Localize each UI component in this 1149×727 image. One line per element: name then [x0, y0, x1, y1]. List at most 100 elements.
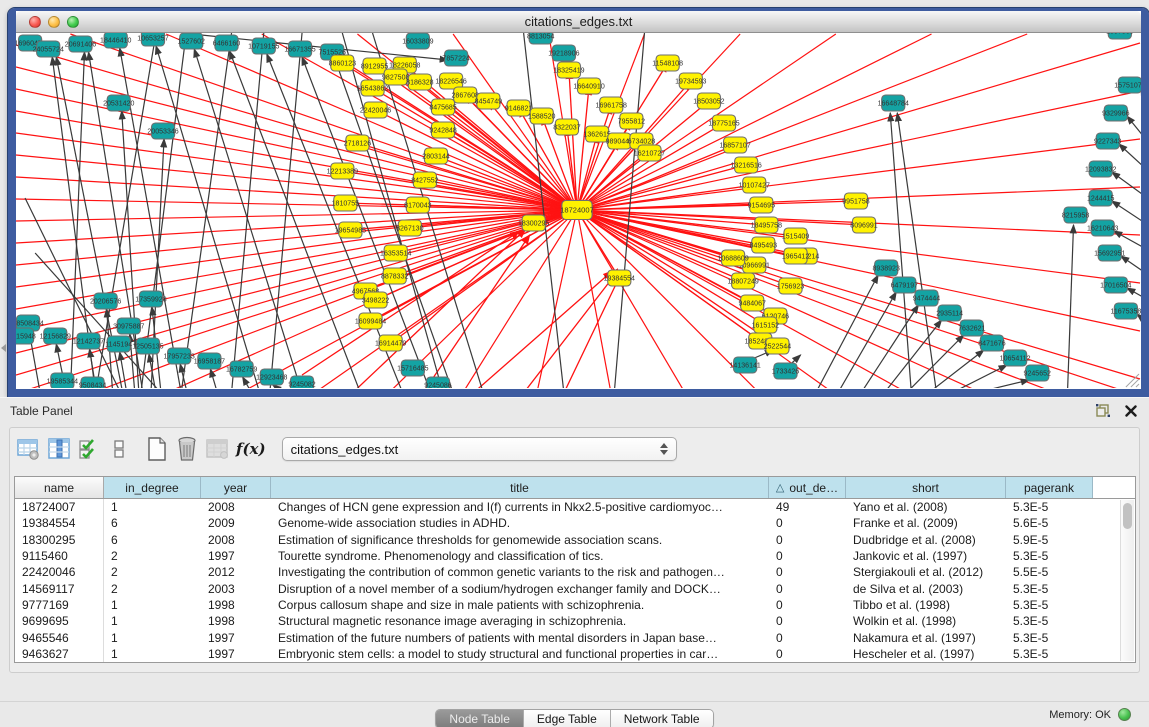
network-node[interactable]: 8878332	[381, 268, 409, 284]
network-node[interactable]: 19654985	[335, 222, 366, 238]
network-node[interactable]: 24055724	[33, 41, 64, 57]
network-node[interactable]: 1597563	[1106, 33, 1134, 39]
network-node[interactable]: 16961758	[596, 97, 627, 113]
table-row[interactable]: 946362711997Embryonic stem cells: a mode…	[15, 646, 1135, 662]
network-node[interactable]: 12142737	[73, 333, 104, 349]
network-node[interactable]: 22420046	[360, 102, 391, 118]
table-row[interactable]: 969969511998Structural magnetic resonanc…	[15, 613, 1135, 629]
column-header-year[interactable]: year	[201, 477, 271, 498]
select-columns-checklist-icon[interactable]	[74, 434, 104, 464]
network-node[interactable]: 18807249	[728, 273, 759, 289]
network-node[interactable]: 9154695	[748, 197, 776, 213]
memory-status-icon[interactable]	[1118, 708, 1131, 721]
network-node[interactable]: 8215958	[1062, 207, 1090, 223]
network-node[interactable]: 1733426	[772, 363, 800, 379]
network-node[interactable]: 11675358	[1110, 303, 1141, 319]
network-node[interactable]: 2803144	[422, 148, 450, 164]
network-node[interactable]: 9329966	[1102, 105, 1130, 121]
network-node[interactable]: 20531420	[103, 95, 134, 111]
network-node[interactable]: 2718126	[344, 135, 372, 151]
network-node[interactable]: 7955812	[618, 113, 646, 129]
network-node[interactable]: 18446410	[100, 33, 131, 48]
network-node[interactable]: 8471676	[978, 335, 1006, 351]
network-node[interactable]: 1588520	[528, 108, 556, 124]
network-node[interactable]: 13216516	[731, 157, 762, 173]
network-node[interactable]: 14136141	[730, 357, 761, 373]
network-node[interactable]: 16671355	[284, 41, 315, 57]
network-edge[interactable]	[524, 273, 617, 388]
table-row[interactable]: 1872400712008Changes of HCN gene express…	[15, 499, 1135, 515]
table-row[interactable]: 2242004622012Investigating the contribut…	[15, 564, 1135, 580]
column-header-short[interactable]: short	[846, 477, 1006, 498]
table-row[interactable]: 1830029562008Estimation of significance …	[15, 532, 1135, 548]
network-node[interactable]: 17957233	[163, 348, 194, 364]
collapse-panel-arrow-icon[interactable]	[1, 344, 6, 352]
network-node[interactable]: 2522544	[764, 338, 792, 354]
network-node[interactable]: 10719155	[248, 38, 279, 54]
network-edge[interactable]	[230, 51, 361, 388]
network-node[interactable]: 16099484	[355, 313, 386, 329]
network-node[interactable]: 3915948	[16, 328, 36, 344]
network-node[interactable]: 12156829	[40, 328, 71, 344]
network-node[interactable]: 7632621	[958, 320, 986, 336]
network-node[interactable]: 16210727	[634, 145, 665, 161]
network-node[interactable]: 16210643	[1087, 220, 1118, 236]
network-node[interactable]: 2935114	[936, 305, 963, 321]
network-node[interactable]: 12093832	[1085, 161, 1116, 177]
network-node[interactable]: 18300295	[518, 215, 549, 231]
network-edge[interactable]	[1067, 225, 1073, 388]
network-node[interactable]: 9245082	[288, 376, 316, 388]
network-node[interactable]: 16782759	[226, 361, 257, 377]
network-edge[interactable]	[577, 210, 1118, 388]
table-row[interactable]: 977716911998Corpus callosum shape and si…	[15, 597, 1135, 613]
network-edge[interactable]	[577, 34, 836, 210]
network-node[interactable]: 1756923	[777, 278, 805, 294]
network-node[interactable]: 1810755	[332, 195, 360, 211]
network-node[interactable]: 16648784	[878, 95, 909, 111]
network-edge[interactable]	[577, 210, 1045, 388]
network-node[interactable]: 9484067	[739, 295, 767, 311]
network-node[interactable]: 9242848	[429, 122, 457, 138]
table-row[interactable]: 1456911722003Disruption of a novel membe…	[15, 580, 1135, 596]
network-node[interactable]: 8454749	[475, 93, 503, 109]
column-header-in_degree[interactable]: in_degree	[104, 477, 201, 498]
network-node[interactable]: 16857107	[719, 137, 750, 153]
network-node[interactable]: 19585344	[47, 373, 78, 388]
network-node[interactable]: 1965412	[782, 248, 810, 264]
network-node[interactable]: 16033809	[402, 33, 433, 49]
new-table-icon[interactable]	[142, 434, 172, 464]
network-window-titlebar[interactable]: citations_edges.txt	[16, 11, 1141, 33]
network-edge[interactable]	[975, 380, 1029, 388]
network-node[interactable]: 20053346	[147, 123, 178, 139]
network-node[interactable]: 3498222	[362, 292, 390, 308]
table-selector[interactable]: citations_edges.txt	[282, 437, 677, 461]
network-node[interactable]: 11548108	[652, 55, 683, 71]
network-node[interactable]: 18495758	[751, 217, 782, 233]
vertical-scrollbar[interactable]	[1120, 500, 1134, 661]
network-node[interactable]: 19384554	[604, 270, 635, 286]
network-node[interactable]: 17016504	[1100, 277, 1131, 293]
table-row[interactable]: 1938455462009Genome-wide association stu…	[15, 515, 1135, 531]
network-node[interactable]: 15692951	[1094, 245, 1125, 261]
network-edge[interactable]	[577, 165, 746, 210]
network-node[interactable]: 8267130	[396, 220, 424, 236]
network-node[interactable]: 9245086	[424, 377, 452, 388]
network-node[interactable]: 8322037	[553, 119, 581, 135]
network-node[interactable]: 8475685	[429, 99, 457, 115]
network-node[interactable]: 1145194	[105, 336, 132, 352]
network-node[interactable]: 17359928	[135, 291, 166, 307]
delete-table-icon[interactable]	[172, 434, 202, 464]
network-node[interactable]: 20691406	[65, 36, 96, 52]
network-node[interactable]: 9474444	[913, 290, 941, 306]
network-node[interactable]: 8813054	[527, 33, 555, 44]
network-node[interactable]: 10688609	[717, 250, 748, 266]
network-node[interactable]: 12505135	[132, 338, 163, 354]
network-node[interactable]: 7857224	[442, 50, 470, 66]
column-header-out_de[interactable]: △out_de…	[769, 477, 846, 498]
network-edge[interactable]	[614, 33, 644, 388]
network-edge[interactable]	[243, 377, 252, 388]
network-node[interactable]: 18325419	[553, 62, 584, 78]
network-node[interactable]: 1615152	[752, 317, 780, 333]
network-node[interactable]: 8860123	[329, 55, 357, 71]
table-settings-icon[interactable]	[14, 434, 44, 464]
